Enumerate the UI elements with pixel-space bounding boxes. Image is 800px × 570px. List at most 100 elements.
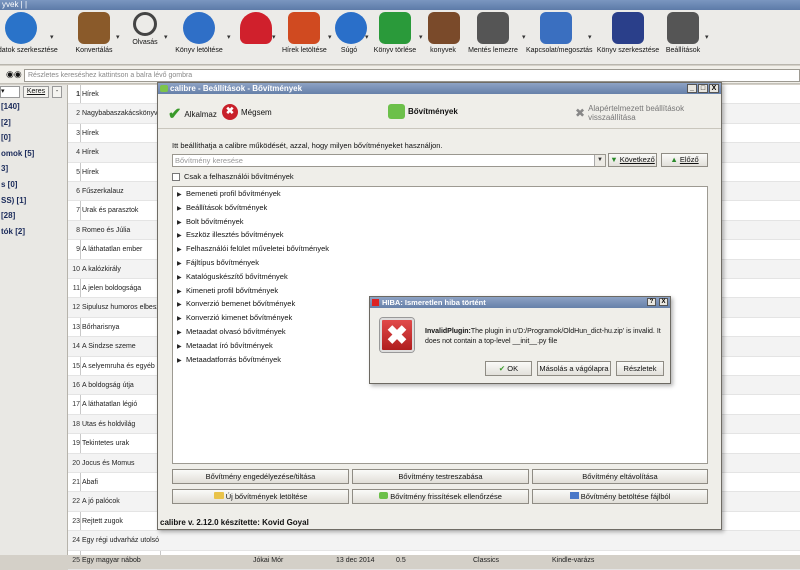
checkbox-box[interactable] (172, 172, 180, 181)
dropdown-arrow-icon[interactable]: ▾ (272, 33, 276, 41)
customize-plugin-button[interactable]: Bővítmény testreszabása (352, 469, 529, 484)
toolbar-button-edit-book[interactable]: Könyv szerkesztése (596, 12, 660, 54)
enable-disable-plugin-button[interactable]: Bővítmény engedélyezése/tiltása (172, 469, 349, 484)
row-number: 17 (72, 401, 80, 409)
toolbar-button-library[interactable]: konyvek (428, 12, 460, 54)
book-title: A láthatatlan légió (82, 401, 138, 409)
tag-browser-item[interactable]: tók [2] (0, 224, 67, 240)
toolbar-label: Hírek letöltése (282, 47, 327, 54)
plugin-group-item[interactable]: ▶ Felhasználói felület műveletei bővítmén… (173, 242, 707, 256)
expand-arrow-icon[interactable]: ▶ (177, 355, 186, 369)
copy-to-clipboard-button[interactable]: Másolás a vágólapra (537, 361, 611, 376)
dropdown-arrow-icon[interactable]: ▾ (419, 33, 423, 41)
toolbar-button-recycle[interactable]: Könyv törlése (373, 12, 417, 54)
tag-browser-item[interactable]: 3] (0, 161, 67, 177)
plugin-group-item[interactable]: ▶ Bolt bővítmények (173, 215, 707, 229)
plugin-group-label: Katalóguskészítő bővítmények (186, 271, 288, 281)
book-title: Fűszerkalauz (82, 188, 124, 195)
collapse-button[interactable]: - (52, 86, 62, 98)
dropdown-arrow-icon[interactable]: ▾ (522, 33, 526, 41)
toolbar-button-help[interactable]: Súgó (335, 12, 367, 54)
row-number: 21 (72, 479, 80, 486)
dropdown-arrow-icon[interactable]: ▾ (328, 33, 332, 41)
tag-browser-item[interactable]: [0] (0, 130, 67, 146)
ok-button[interactable]: ✔ OK (485, 361, 532, 376)
plugin-search-input[interactable]: Bővítmény keresése ▼ (172, 154, 606, 167)
close-button[interactable]: X (709, 84, 719, 93)
convert-book-icon (78, 12, 110, 44)
toolbar-button-heart[interactable] (240, 12, 272, 47)
dropdown-arrow-icon[interactable]: ▾ (588, 33, 592, 41)
find-button[interactable]: Keres (23, 86, 49, 98)
help-button[interactable]: ? (647, 298, 656, 306)
plugin-group-item[interactable]: ▶ Fájltípus bővítmények (173, 256, 707, 270)
tag-browser-item[interactable]: [28] (0, 208, 67, 224)
toolbar-button-gear[interactable]: Beállítások (663, 12, 703, 54)
info-icon (5, 12, 37, 44)
plugin-group-item[interactable]: ▶ Beállítások bővítmények (173, 201, 707, 215)
book-title: A láthatatlan ember (82, 246, 143, 254)
previous-button[interactable]: ▲ Előző (661, 153, 708, 167)
toolbar-button-news[interactable]: Hírek letöltése (282, 12, 327, 54)
apply-button[interactable]: ✔ Alkalmaz (168, 104, 217, 124)
load-plugin-from-file-button[interactable]: Bővítmény betöltése fájlból (532, 489, 708, 504)
dropdown-arrow-icon[interactable]: ▾ (116, 33, 120, 41)
error-small-icon (372, 299, 379, 306)
tag-browser-item[interactable]: s [0] (0, 177, 67, 193)
tag-browser-item[interactable]: omok [5] (0, 146, 67, 162)
book-title: A boldogság útja (82, 382, 134, 389)
next-button[interactable]: ▼ Következő (608, 153, 657, 167)
row-number: 15 (72, 362, 80, 370)
row-number: 10 (72, 265, 80, 273)
plugins-intro-text: Itt beállíthatja a calibre működését, az… (172, 141, 443, 150)
minimize-button[interactable]: _ (687, 84, 697, 93)
row-number: 6 (76, 188, 80, 195)
book-row[interactable]: 25 Egy magyar nábob Jókai Mór 13 dec 2014 0.… (68, 551, 800, 570)
search-input[interactable]: Részletes kereséshez kattintson a balra … (24, 69, 800, 82)
check-plugin-updates-button[interactable]: Bővítmény frissítések ellenőrzése (352, 489, 529, 504)
dropdown-arrow-icon[interactable]: ▾ (705, 33, 709, 41)
dropdown-arrow-icon[interactable]: ▾ (227, 33, 231, 41)
book-row[interactable]: 24 Egy régi udvarház utolsó (68, 531, 800, 551)
plugin-group-item[interactable]: ▶ Bemeneti profil bővítmények (173, 187, 707, 201)
row-number: 11 (72, 285, 80, 292)
details-button[interactable]: Részletek (616, 361, 664, 376)
plugin-group-item[interactable]: ▶ Katalóguskészítő bővítmények (173, 270, 707, 284)
disk-icon (569, 492, 579, 499)
toolbar-button-connect[interactable]: Kapcsolat/megosztás (526, 12, 593, 54)
toolbar-button-magnifier[interactable]: Olvasás (128, 12, 162, 46)
tag-browser-dropdown[interactable]: ▾ (0, 86, 20, 98)
tag-browser-item[interactable]: [2] (0, 115, 67, 131)
toolbar-label: Mentés lemezre (468, 47, 518, 54)
remove-plugin-button[interactable]: Bővítmény eltávolítása (532, 469, 708, 484)
toolbar-button-convert-book[interactable]: Konvertálás (74, 12, 114, 54)
toolbar-label: adatok szerkesztése (0, 47, 58, 54)
preferences-title-bar: calibre - Beállítások - Bővítmények _ □ … (158, 83, 721, 94)
maximize-button[interactable]: □ (698, 84, 708, 93)
toolbar-button-device[interactable]: Mentés lemezre (466, 12, 520, 54)
plugin-group-label: Beállítások bővítmények (186, 202, 268, 212)
tag-browser-item[interactable]: [140] (0, 99, 67, 115)
tag-browser-item[interactable]: SS) [1] (0, 193, 67, 209)
toolbar-button-info[interactable]: adatok szerkesztése (0, 12, 58, 54)
chevron-down-icon[interactable]: ▼ (594, 155, 605, 166)
row-number: 14 (72, 343, 80, 351)
plugin-group-item[interactable]: ▶ Eszköz illesztés bővítmények (173, 228, 707, 242)
dropdown-arrow-icon[interactable]: ▾ (50, 33, 54, 41)
get-new-plugins-button[interactable]: Új bővítmények letöltése (172, 489, 349, 504)
cancel-button[interactable]: ✖ Mégsem (222, 104, 272, 120)
book-title: Bőrharisnya (82, 323, 120, 331)
book-size: 0.5 (396, 556, 406, 564)
toolbar-label: Konvertálás (75, 47, 113, 54)
only-user-plugins-checkbox[interactable]: Csak a felhasználói bővítmények (172, 172, 294, 181)
toolbar-button-globe[interactable]: Könyv letöltése (173, 12, 225, 54)
book-title: Hírek (82, 168, 99, 176)
dropdown-arrow-icon[interactable]: ▾ (164, 33, 168, 41)
restore-defaults-button[interactable]: ✖ Alapértelmezett beállítások visszaállí… (575, 104, 721, 122)
book-title: A Sindzse szeme (82, 343, 136, 351)
error-close-button[interactable]: X (659, 298, 668, 306)
dropdown-arrow-icon[interactable]: ▾ (365, 33, 369, 41)
row-number: 22 (72, 498, 80, 506)
checkmark-icon: ✔ (168, 106, 182, 123)
binoculars-icon[interactable]: ◉◉ (6, 69, 22, 80)
